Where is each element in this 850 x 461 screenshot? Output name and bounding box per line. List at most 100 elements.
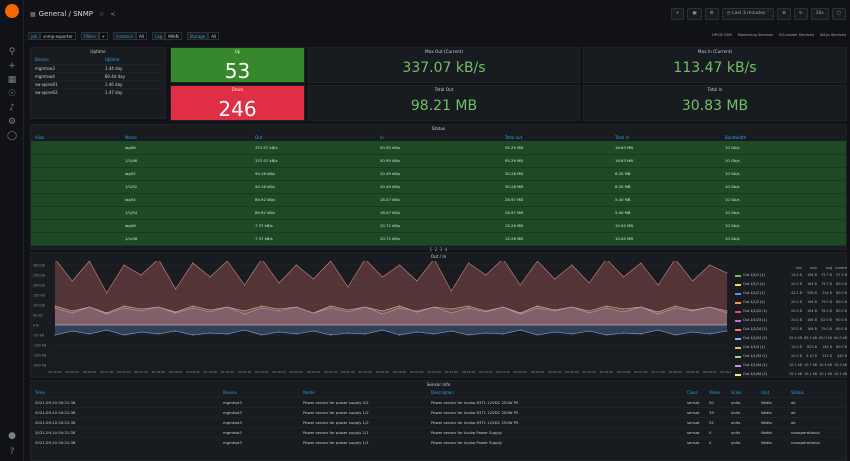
var-filters[interactable]: Filters + xyxy=(80,32,109,40)
var-job[interactable]: job snmp-exporter xyxy=(28,32,76,40)
legend-item[interactable]: Out 1/1/4 (1) 10.0 B 823 B 144 B 60.0 B xyxy=(735,343,847,352)
link-alsys[interactable]: AlSys Services xyxy=(820,33,846,37)
panel-title[interactable]: Max In (Current) xyxy=(584,48,846,56)
table-row[interactable]: 2021-09-10 00:21:38 mgmtsw3 Power sensor f… xyxy=(31,426,846,437)
tv-mode-icon[interactable]: ▢ xyxy=(831,8,846,20)
column-header[interactable]: Alias xyxy=(31,133,121,141)
legend-label: Out 1/1/2 (1) xyxy=(743,291,765,295)
star-icon[interactable]: ☆ xyxy=(99,11,104,18)
dashboards-icon[interactable]: ▦ xyxy=(4,74,20,86)
column-header[interactable]: Value xyxy=(705,389,727,397)
var-value[interactable]: + xyxy=(98,32,109,40)
column-header[interactable]: Scale xyxy=(727,389,757,397)
page-link[interactable]: 4 xyxy=(445,247,448,252)
table-row[interactable]: 2021-09-10 00:21:38 mgmtsw3 Power sensor f… xyxy=(31,396,846,407)
table-row[interactable]: lag96 337.07 kB/s 50.95 kB/s 95.29 MB 16.63 … xyxy=(31,141,846,155)
column-header[interactable]: Name xyxy=(121,133,251,141)
panel-title[interactable]: Sensor Info xyxy=(31,381,846,389)
settings-icon[interactable]: ⚙ xyxy=(704,8,719,20)
var-value[interactable]: snmp-exporter xyxy=(40,32,76,40)
column-header[interactable]: Unit xyxy=(757,389,787,397)
panel-title[interactable]: Uptime xyxy=(31,48,165,56)
avatar[interactable]: ● xyxy=(4,430,20,442)
shield-icon[interactable]: ◯ xyxy=(4,130,20,142)
table-row[interactable]: 1/1/46 337.07 kB/s 50.95 kB/s 95.29 MB 16.63… xyxy=(31,154,846,168)
table-row[interactable]: 1/1/54 89.92 kB/s 18.07 kB/s 26.97 MB 5.40 M… xyxy=(31,206,846,220)
table-row[interactable]: 2021-09-10 00:21:38 mgmtsw3 Power sensor f… xyxy=(31,406,846,417)
link-hpcm[interactable]: HPCM CSM xyxy=(712,33,732,37)
legend-item[interactable]: Out 1/1/22 (1) 20.0 B 164 B 76.0 B 60.0 B xyxy=(735,307,847,316)
legend-item[interactable]: Out 1/1/44 (1) 10.1 kB 10.7 kB 10.4 kB 10.3 … xyxy=(735,361,847,370)
panel-title[interactable]: Total In xyxy=(584,86,846,94)
panel-title[interactable]: Down xyxy=(171,86,304,94)
column-header[interactable]: Uptime xyxy=(101,56,165,64)
legend-item[interactable]: Out 1/1/43 (1) 20.0 B 3.10 B 231 B 440 B xyxy=(735,352,847,361)
column-header[interactable]: Description xyxy=(427,389,683,397)
column-header[interactable]: Class xyxy=(683,389,705,397)
data-point xyxy=(588,310,590,312)
panel-title[interactable]: Up xyxy=(171,48,304,56)
legend-item[interactable]: Out 1/1/24 (2) 20.0 kB 85.0 kB 85.0 kB 60.0 … xyxy=(735,334,847,343)
data-point xyxy=(71,280,73,282)
var-instance[interactable]: Instance All xyxy=(113,32,148,40)
table-row[interactable]: 2021-09-10 00:21:38 mgmtsw3 Power sensor f… xyxy=(31,436,846,447)
explore-icon[interactable]: ☉ xyxy=(4,88,20,100)
column-header[interactable]: In xyxy=(376,133,501,141)
page-link[interactable]: 2 xyxy=(435,247,438,252)
var-lag[interactable]: Lag MAIN xyxy=(152,32,182,40)
table-row[interactable]: 2021-09-10 00:21:38 mgmtsw3 Power sensor f… xyxy=(31,416,846,427)
panel-title[interactable]: Total Out xyxy=(309,86,579,94)
table-row[interactable]: lag46 7.37 kB/s 20.72 kB/s 15.26 MB 10.00 MB… xyxy=(31,219,846,233)
page-link[interactable]: 3 xyxy=(440,247,443,252)
legend-item[interactable]: Out 1/1/2 (2) 20.0 B 164 B 79.0 B 60.0 B xyxy=(735,298,847,307)
data-point xyxy=(140,308,142,310)
panel-title[interactable]: Status xyxy=(31,125,846,133)
grafana-logo-icon[interactable] xyxy=(5,4,19,18)
legend-item[interactable]: Out 1/1/2 (1) 42.1 B 558 B 214 B 60.0 B xyxy=(735,289,847,298)
column-header[interactable]: Total In xyxy=(611,133,721,141)
column-header[interactable]: Total out xyxy=(501,133,611,141)
table-row[interactable]: 1/1/46 7.37 kB/s 20.72 kB/s 15.26 MB 10.00 M… xyxy=(31,232,846,246)
column-header[interactable]: Device xyxy=(219,389,299,397)
page-link[interactable]: 1 xyxy=(430,247,433,252)
column-header[interactable]: Out xyxy=(251,133,376,141)
column-header[interactable]: Name xyxy=(299,389,427,397)
save-icon[interactable]: ▣ xyxy=(687,8,702,20)
link-su-leader[interactable]: SU-Leader Services xyxy=(779,33,814,37)
share-icon[interactable]: < xyxy=(110,11,115,18)
legend-item[interactable]: Out 1/1/23 (1) 20.0 B 164 B 82.0 B 60.0 B xyxy=(735,316,847,325)
search-icon[interactable]: ⚲ xyxy=(4,46,20,58)
var-value[interactable]: All xyxy=(208,32,220,40)
dashboards-grid-icon[interactable]: ▦ xyxy=(30,11,36,18)
table-row[interactable]: 1/1/52 94.16 kB/s 20.49 kB/s 30.28 MB 6.20 M… xyxy=(31,180,846,194)
breadcrumb[interactable]: General / SNMP xyxy=(39,10,93,18)
plus-icon[interactable]: + xyxy=(4,60,20,72)
zoom-out-icon[interactable]: ⊕ xyxy=(777,8,791,20)
column-header[interactable]: Device xyxy=(31,56,101,64)
refresh-interval[interactable]: 10s xyxy=(810,8,829,20)
legend-item[interactable]: Out 1/1/24 (1) 20.0 B 164 B 79.0 B 60.0 B xyxy=(735,325,847,334)
legend-item[interactable]: Out 1/1/1 (1) 14.0 B 164 B 75.7 B 57.3 B xyxy=(735,271,847,280)
panel-title[interactable]: Out / In xyxy=(31,253,846,261)
table-row[interactable]: lag54 89.92 kB/s 18.07 kB/s 26.97 MB 5.40 MB… xyxy=(31,193,846,207)
panel-title[interactable]: Max Out (Current) xyxy=(309,48,579,56)
legend-item[interactable]: Out 1/1/44 (2) 10.1 kB 10.1 kB 10.1 kB 10.1 … xyxy=(735,370,847,379)
out-in-chart[interactable]: 300 kB 250 kB 200 kB 150 kB 100 kB 50 kB 0 B -5… xyxy=(31,261,731,377)
refresh-icon[interactable]: ↻ xyxy=(793,8,808,20)
var-storage[interactable]: Storage All xyxy=(186,32,220,40)
help-icon[interactable]: ? xyxy=(4,446,20,458)
var-value[interactable]: MAIN xyxy=(165,32,182,40)
column-header[interactable]: Status xyxy=(787,389,846,397)
time-picker[interactable]: ◷ Last 3 minutes ˅ xyxy=(721,8,775,20)
var-value[interactable]: All xyxy=(136,32,148,40)
alerting-icon[interactable]: ♪ xyxy=(4,102,20,114)
legend-item[interactable]: Out 1/1/1 (2) 20.0 B 164 B 75.7 B 60.0 B xyxy=(735,280,847,289)
table-row[interactable]: lag52 94.16 kB/s 20.49 kB/s 30.28 MB 6.20 MB… xyxy=(31,167,846,181)
data-point xyxy=(450,308,452,310)
link-monitoring[interactable]: Monitoring Services xyxy=(738,33,774,37)
column-header[interactable]: Bandwidth xyxy=(721,133,846,141)
gear-icon[interactable]: ⚙ xyxy=(4,116,20,128)
column-header[interactable]: Time xyxy=(31,389,219,397)
cell: sensor xyxy=(683,426,705,437)
add-panel-icon[interactable]: + xyxy=(670,8,685,20)
